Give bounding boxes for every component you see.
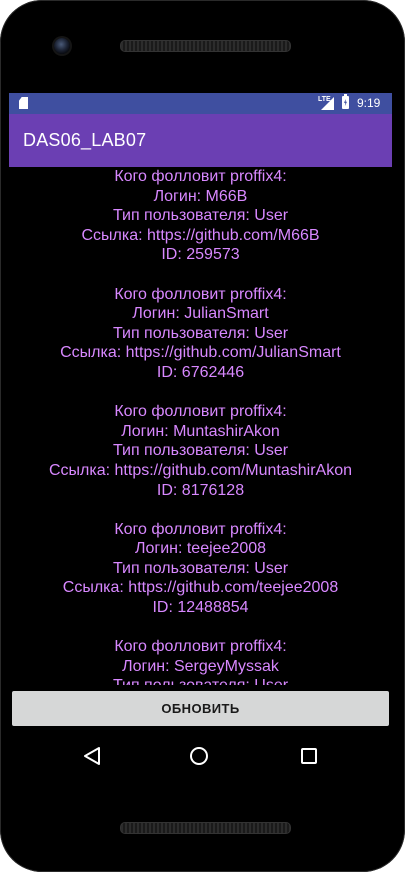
entry-login: Логин: SergeyMyssak (122, 657, 279, 675)
entry-login: Логин: teejee2008 (134, 540, 267, 558)
entry-header: Кого фолловит proffix4: (114, 638, 287, 656)
entry-id: ID: 8176128 (156, 481, 245, 499)
screen: LTE 9:19 DAS06_LAB07 Кого фолловит proff… (9, 93, 392, 783)
entry-user-type: Тип пользователя: User (112, 324, 289, 342)
entry-login: Логин: MuntashirAkon (121, 422, 280, 440)
entry-link: Ссылка: https://github.com/M66B (81, 226, 320, 244)
app-bar: DAS06_LAB07 (9, 114, 392, 167)
sd-card-icon (19, 97, 28, 109)
navigation-bar (9, 733, 392, 783)
battery-charging-icon (342, 94, 349, 109)
front-camera (54, 38, 70, 54)
entry-user-type: Тип пользователя: User (9, 676, 392, 685)
app-title: DAS06_LAB07 (23, 130, 147, 150)
entry-link: Ссылка: https://github.com/JulianSmart (60, 344, 341, 362)
list-item: Кого фолловит proffix4: Логин: Muntashir… (9, 402, 392, 500)
status-bar: LTE 9:19 (9, 93, 392, 114)
entry-id: ID: 6762446 (156, 363, 245, 381)
earpiece-speaker (120, 40, 291, 52)
recents-icon[interactable] (300, 747, 318, 765)
home-icon[interactable] (189, 746, 209, 766)
entry-login: Логин: JulianSmart (132, 305, 269, 323)
entry-id: ID: 259573 (161, 246, 240, 264)
entry-id: ID: 12488854 (152, 599, 249, 617)
entry-header: Кого фолловит proffix4: (114, 520, 287, 538)
entry-header: Кого фолловит proffix4: (114, 403, 287, 421)
following-list[interactable]: Кого фолловит proffix4: Логин: M66B Тип … (9, 167, 392, 685)
list-item: Кого фолловит proffix4: Логин: SergeyMys… (9, 637, 392, 685)
phone-frame: LTE 9:19 DAS06_LAB07 Кого фолловит proff… (0, 0, 405, 872)
entry-user-type: Тип пользователя: User (112, 442, 289, 460)
bottom-speaker (120, 822, 291, 834)
list-item: Кого фолловит proffix4: Логин: teejee200… (9, 520, 392, 618)
list-item: Кого фолловит proffix4: Логин: JulianSma… (9, 285, 392, 383)
entry-link: Ссылка: https://github.com/MuntashirAkon (49, 461, 352, 479)
entry-header: Кого фолловит proffix4: (114, 168, 287, 185)
entry-link: Ссылка: https://github.com/teejee2008 (62, 579, 339, 597)
back-icon[interactable] (83, 746, 101, 766)
entry-user-type: Тип пользователя: User (112, 559, 289, 577)
status-time: 9:19 (357, 96, 381, 110)
entry-header: Кого фолловит proffix4: (114, 285, 287, 303)
list-item: Кого фолловит proffix4: Логин: M66B Тип … (9, 167, 392, 265)
signal-icon (321, 97, 334, 110)
entry-user-type: Тип пользователя: User (112, 207, 289, 225)
refresh-button[interactable]: ОБНОВИТЬ (12, 691, 389, 726)
entry-login: Логин: M66B (153, 187, 248, 205)
